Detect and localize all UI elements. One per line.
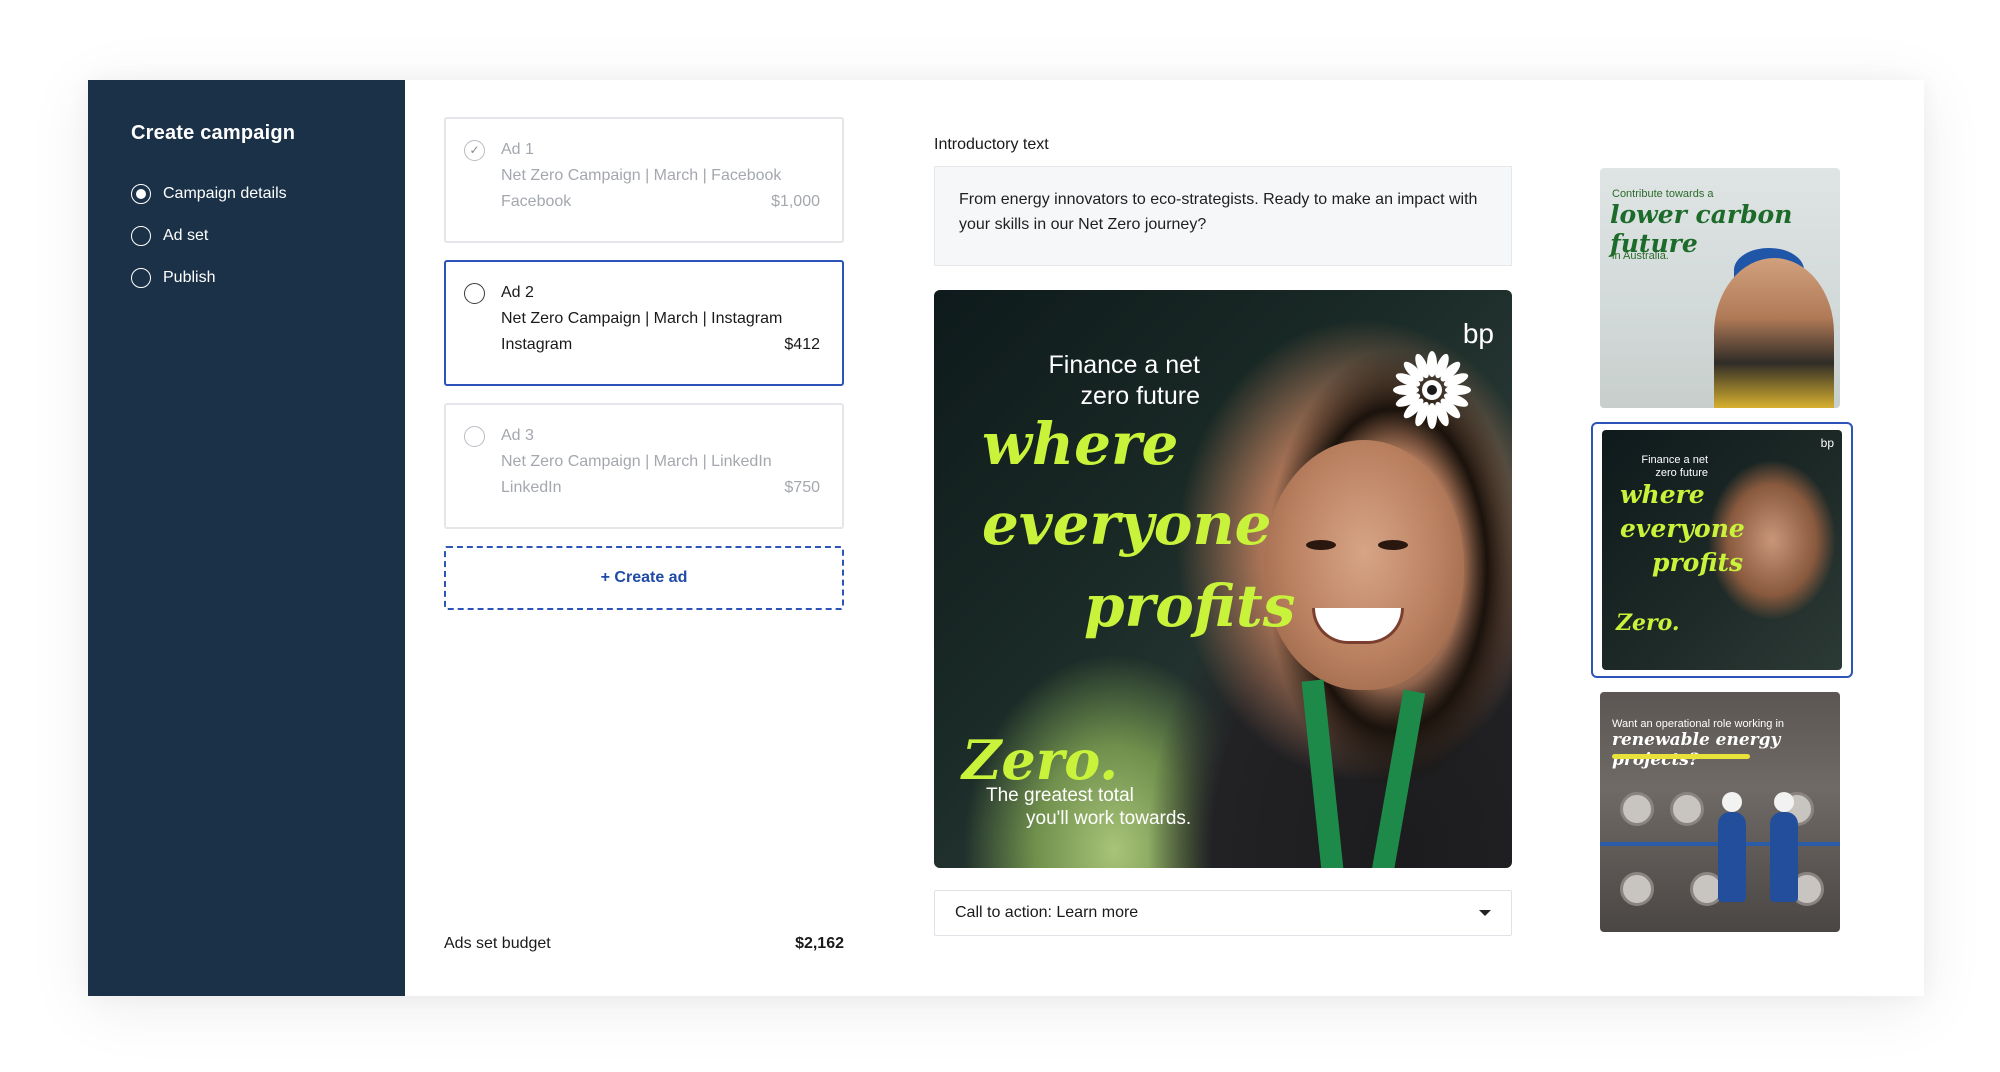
tagline-line-1: The greatest total xyxy=(986,785,1134,806)
bp-wordmark: bp xyxy=(1462,318,1494,349)
radio-icon xyxy=(464,282,485,304)
ads-list: ✓ Ad 1 Net Zero Campaign | March | Faceb… xyxy=(444,117,844,977)
thumb-script: everyone xyxy=(1620,514,1745,543)
budget-label: Ads set budget xyxy=(444,935,551,952)
thumb-zero: Zero. xyxy=(1616,610,1680,636)
check-icon: ✓ xyxy=(464,139,485,161)
ad-title: Net Zero Campaign | March | LinkedIn xyxy=(501,453,772,470)
ad-headline: Finance a net zero future xyxy=(1010,350,1201,412)
script-where: where xyxy=(982,410,1179,478)
ad-name: Ad 3 xyxy=(501,427,534,444)
ad-tagline: The greatest total you'll work towards. xyxy=(986,784,1191,830)
ad-card-3[interactable]: Ad 3 Net Zero Campaign | March | LinkedI… xyxy=(444,403,844,529)
bp-helios-logo-icon xyxy=(1393,351,1471,429)
creative-thumbnails: Contribute towards a lower carbon future… xyxy=(1591,168,1853,946)
cta-value: Call to action: Learn more xyxy=(955,904,1139,921)
thumbnail-1[interactable]: Contribute towards a lower carbon future… xyxy=(1593,168,1847,408)
intro-text-field[interactable]: From energy innovators to eco-strategist… xyxy=(934,166,1512,266)
budget-amount: $2,162 xyxy=(795,935,844,952)
thumb-text: in Australia. xyxy=(1612,250,1669,262)
sidebar: Create campaign Campaign details Ad set … xyxy=(88,80,405,996)
step-label: Campaign details xyxy=(163,185,287,202)
thumb-text: Finance a net zero future xyxy=(1641,454,1708,479)
ad-platform: LinkedIn xyxy=(501,479,562,496)
ad-name: Ad 2 xyxy=(501,284,534,301)
ad-card-1[interactable]: ✓ Ad 1 Net Zero Campaign | March | Faceb… xyxy=(444,117,844,243)
ad-platform: Instagram xyxy=(501,336,573,353)
radio-icon xyxy=(131,226,151,246)
thumb-script: renewable energy projects? xyxy=(1612,730,1781,770)
thumb-script: where xyxy=(1620,480,1705,509)
step-ad-set[interactable]: Ad set xyxy=(131,215,405,257)
ad-name: Ad 1 xyxy=(501,141,534,158)
radio-icon xyxy=(131,268,151,288)
budget-row: Ads set budget $2,162 xyxy=(444,935,844,953)
ad-creative-image: Finance a net zero future where everyone… xyxy=(934,290,1512,868)
thumb-script: profits xyxy=(1652,548,1744,577)
zero-wordmark: Zero. xyxy=(962,728,1119,792)
step-publish[interactable]: Publish xyxy=(131,257,405,299)
thumb-text: Want an operational role working in xyxy=(1612,718,1785,730)
script-everyone: everyone xyxy=(982,490,1272,558)
campaign-app: Create campaign Campaign details Ad set … xyxy=(88,80,1924,996)
thumbnail-2-selected[interactable]: Finance a net zero future where everyone… xyxy=(1591,422,1853,678)
ad-title: Net Zero Campaign | March | Instagram xyxy=(501,310,783,327)
ad-preview: Introductory text From energy innovators… xyxy=(934,136,1512,936)
thumb-text: Contribute towards a xyxy=(1612,188,1714,200)
sidebar-title: Create campaign xyxy=(131,122,296,144)
step-label: Ad set xyxy=(163,227,209,244)
radio-icon xyxy=(464,425,485,447)
ad-card-2[interactable]: Ad 2 Net Zero Campaign | March | Instagr… xyxy=(444,260,844,386)
ad-title: Net Zero Campaign | March | Facebook xyxy=(501,167,782,184)
step-label: Publish xyxy=(163,269,216,286)
ad-amount: $412 xyxy=(784,336,820,353)
headline-line-2: zero future xyxy=(1080,382,1200,410)
thumbnail-3[interactable]: Want an operational role working in rene… xyxy=(1593,692,1847,932)
ad-amount: $1,000 xyxy=(771,193,820,210)
tagline-line-2: you'll work towards. xyxy=(1026,808,1192,829)
headline-line-1: Finance a net xyxy=(1048,351,1201,379)
ad-platform: Facebook xyxy=(501,193,572,210)
script-profits: profits xyxy=(1084,572,1296,640)
chevron-down-icon xyxy=(1479,910,1491,916)
cta-dropdown[interactable]: Call to action: Learn more xyxy=(934,890,1512,936)
intro-label: Introductory text xyxy=(934,136,1049,153)
thumb-brand: bp xyxy=(1820,436,1834,450)
create-ad-button[interactable]: + Create ad xyxy=(444,546,844,610)
radio-icon xyxy=(131,184,151,204)
ad-amount: $750 xyxy=(784,479,820,496)
step-campaign-details[interactable]: Campaign details xyxy=(131,173,405,215)
